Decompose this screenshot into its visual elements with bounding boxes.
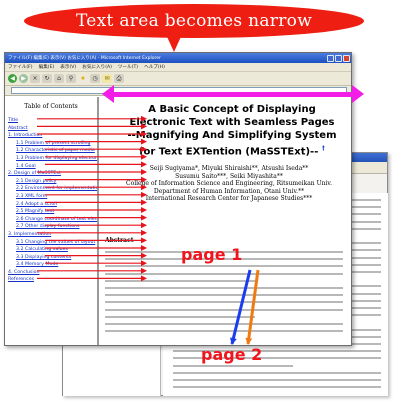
back-icon[interactable]: ◀ bbox=[8, 74, 17, 83]
toc-item[interactable]: 3.1 Changing the values of layout bbox=[8, 239, 97, 247]
toc-item[interactable]: References bbox=[8, 276, 97, 284]
refresh-icon[interactable]: ↻ bbox=[42, 74, 52, 83]
text-line bbox=[173, 371, 381, 374]
menu-help[interactable]: ヘルプ(H) bbox=[144, 64, 165, 70]
affiliation-line: International Research Center for Japane… bbox=[145, 195, 313, 203]
menu-bar: ファイル(F) 編集(E) 表示(V) お気に入り(A) ツール(T) ヘルプ(… bbox=[5, 63, 351, 72]
abstract-heading: Abstract bbox=[105, 237, 134, 244]
forward-icon[interactable]: ▶ bbox=[19, 74, 28, 83]
width-arrow-left-head bbox=[102, 85, 114, 103]
menu-edit[interactable]: 編集(E) bbox=[39, 64, 55, 70]
page2-label: page 2 bbox=[201, 345, 263, 364]
text-line bbox=[173, 379, 381, 381]
toolbar: ◀ ▶ × ↻ ⌂ ⚲ ★ ◷ ✉ ⎙ bbox=[5, 72, 351, 86]
author-line: Susumu Saito***, Seiki Miyashita** bbox=[175, 172, 283, 180]
toc-item[interactable]: 1.4 Goal bbox=[8, 163, 97, 171]
toc-item[interactable]: 2.6 Change coordinate of text elements bbox=[8, 216, 97, 224]
paper-title: A Basic Concept of Displaying Electronic… bbox=[117, 103, 347, 158]
toc-item[interactable]: Title bbox=[8, 117, 97, 125]
minimize-button[interactable] bbox=[327, 54, 334, 62]
text-line bbox=[105, 301, 343, 304]
toc-item[interactable]: 3.4 Memory Mode bbox=[8, 261, 97, 269]
toc-item[interactable]: 1.1 Problem of present scrolling bbox=[8, 140, 97, 148]
annotated-screenshot: 3.1 Changing the values of layout3.2 Oth… bbox=[0, 0, 393, 404]
author-line: Seiji Sugiyama*, Miyuki Shiraishi**, Ats… bbox=[149, 165, 309, 172]
paper-title-line: A Basic Concept of Displaying bbox=[148, 104, 316, 115]
callout-text: Text area becomes narrow bbox=[75, 11, 313, 31]
search-icon[interactable]: ⚲ bbox=[66, 74, 76, 83]
mail-icon[interactable]: ✉ bbox=[102, 74, 112, 83]
page1-label: page 1 bbox=[181, 245, 243, 264]
toc-item[interactable]: 3.3 Displaying contents bbox=[8, 254, 97, 262]
width-arrow-right-head bbox=[352, 85, 364, 103]
toc-item[interactable]: 2.5 Magnify text bbox=[8, 208, 97, 216]
affiliation-line: Department of Human Information, Otani U… bbox=[153, 187, 305, 195]
favorites-icon[interactable]: ★ bbox=[78, 74, 88, 83]
text-line bbox=[105, 315, 255, 318]
text-line bbox=[105, 308, 343, 311]
stop-icon[interactable]: × bbox=[30, 74, 40, 83]
width-arrow bbox=[112, 92, 352, 97]
authors-block: Seiji Sugiyama*, Miyuki Shiraishi**, Ats… bbox=[111, 165, 347, 203]
text-line bbox=[105, 294, 343, 297]
menu-favorites[interactable]: お気に入り(A) bbox=[82, 64, 112, 70]
menu-file[interactable]: ファイル(F) bbox=[8, 64, 33, 70]
history-icon[interactable]: ◷ bbox=[90, 74, 100, 83]
toc-item[interactable]: 3.2 Calculating values bbox=[8, 246, 97, 254]
toc-item[interactable]: 2.7 Other display functions bbox=[8, 223, 97, 231]
paper-title-line: Electronic Text with Seamless Pages bbox=[129, 117, 335, 128]
toc-item[interactable]: Abstract bbox=[8, 125, 97, 133]
paper-title-line: --Magnifying And Simplifying System bbox=[127, 130, 337, 141]
footnote-mark[interactable]: † bbox=[322, 145, 325, 152]
toc-item[interactable]: 1.2 Characteristic of paper media bbox=[8, 147, 97, 155]
text-line bbox=[105, 272, 343, 275]
text-line bbox=[105, 265, 343, 268]
text-line bbox=[173, 386, 381, 389]
text-line bbox=[105, 287, 343, 289]
toc-item[interactable]: 1. Introduction bbox=[8, 132, 97, 140]
print-icon[interactable]: ⎙ bbox=[114, 74, 124, 83]
menu-tools[interactable]: ツール(T) bbox=[118, 64, 138, 70]
toc-title: Table of Contents bbox=[24, 103, 78, 110]
home-icon[interactable]: ⌂ bbox=[54, 74, 64, 83]
close-button[interactable] bbox=[343, 54, 350, 62]
toc-item[interactable]: 3. Implementation bbox=[8, 231, 97, 239]
browser-content: Table of Contents Title Abstract 1. Introd… bbox=[5, 97, 351, 345]
text-line bbox=[105, 323, 343, 325]
menu-view[interactable]: 表示(V) bbox=[60, 64, 76, 70]
toc-item[interactable]: 4. Conclusion bbox=[8, 269, 97, 277]
toc-item[interactable]: 2.3 XML form bbox=[8, 193, 97, 201]
text-line bbox=[173, 364, 293, 367]
window-title-bar: ファイル(F) 編集(E) 表示(V) お気に入り(A) - Microsoft… bbox=[5, 53, 351, 63]
affiliation-line: College of Information Science and Engin… bbox=[126, 180, 332, 188]
text-line bbox=[105, 279, 255, 282]
toc-item[interactable]: 2. Design of MaSSTExt bbox=[8, 170, 97, 178]
text-area: A Basic Concept of Displaying Electronic… bbox=[101, 97, 351, 345]
text-line bbox=[105, 330, 343, 333]
toc-item[interactable]: 2.1 Design policy bbox=[8, 178, 97, 186]
toc-item[interactable]: 2.4 Adopt a scroll bbox=[8, 201, 97, 209]
callout-balloon: Text area becomes narrow bbox=[24, 4, 364, 38]
toc-item[interactable]: 2.2 Environment for implementation bbox=[8, 185, 97, 193]
window-title: ファイル(F) 編集(E) 表示(V) お気に入り(A) - Microsoft… bbox=[8, 56, 161, 61]
paper-title-line: for Text EXTention (MaSSTExt)-- † bbox=[139, 145, 325, 158]
toc-item[interactable]: 1.3 Problem for displaying electronic te… bbox=[8, 155, 97, 163]
toc-panel: Table of Contents Title Abstract 1. Introd… bbox=[5, 97, 99, 345]
maximize-button[interactable] bbox=[335, 54, 342, 62]
